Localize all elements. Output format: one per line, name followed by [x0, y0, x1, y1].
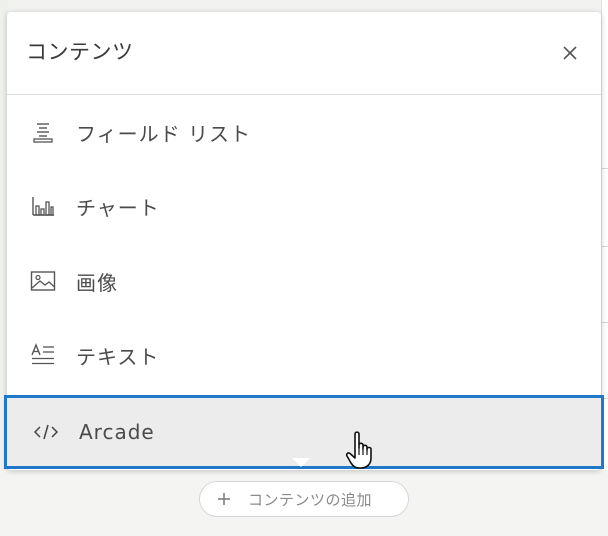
text-icon — [30, 342, 56, 368]
image-icon — [30, 268, 56, 294]
menu-item-chart[interactable]: チャート — [7, 169, 601, 243]
panel-pointer-arrow — [292, 458, 310, 467]
code-icon — [33, 419, 59, 445]
add-content-button[interactable]: コンテンツの追加 — [199, 481, 409, 517]
menu-item-label: チャート — [76, 195, 160, 220]
close-icon — [563, 46, 577, 60]
bar-chart-icon — [30, 193, 56, 219]
panel-header: コンテンツ — [7, 12, 601, 95]
add-content-label: コンテンツの追加 — [248, 490, 373, 509]
field-list-icon — [30, 119, 56, 145]
menu-item-image[interactable]: 画像 — [7, 244, 601, 318]
content-panel: コンテンツ フィールド リスト チャート 画像 テキスト Arcade — [4, 12, 604, 470]
panel-title: コンテンツ — [26, 40, 134, 64]
menu-item-field-list[interactable]: フィールド リスト — [7, 95, 601, 169]
menu-item-label: テキスト — [76, 344, 160, 369]
plus-icon — [218, 493, 230, 505]
close-button[interactable] — [555, 38, 585, 68]
menu-item-label: Arcade — [79, 420, 155, 444]
menu-item-text[interactable]: テキスト — [7, 318, 601, 392]
menu-item-label: フィールド リスト — [76, 121, 251, 146]
menu-item-label: 画像 — [76, 270, 118, 295]
